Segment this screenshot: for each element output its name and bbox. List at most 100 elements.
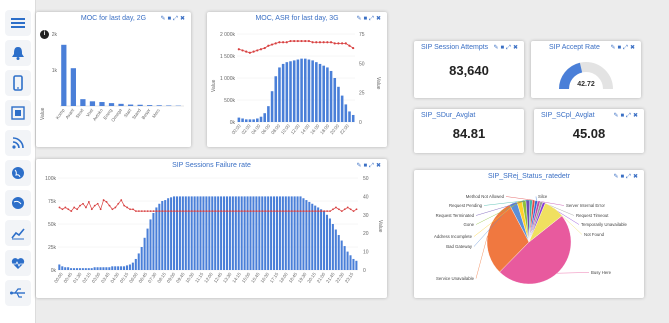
panel-sip-srej: SIP_SRej_Status_ratedetr ✎■⤢✖ Busy Here S… bbox=[414, 170, 644, 298]
line-point bbox=[173, 210, 176, 213]
bar bbox=[178, 196, 181, 270]
expand-icon[interactable]: ⤢ bbox=[506, 45, 512, 51]
line-point bbox=[276, 210, 279, 213]
line-point bbox=[326, 41, 329, 44]
line-point bbox=[140, 210, 143, 213]
lock-icon[interactable]: ■ bbox=[621, 113, 626, 119]
line-point bbox=[278, 41, 281, 44]
y-right-tick-label: 30 bbox=[363, 213, 369, 219]
bar bbox=[299, 196, 302, 270]
bar bbox=[252, 196, 255, 270]
edit-icon[interactable]: ✎ bbox=[494, 45, 500, 51]
panel-controls: ✎■⤢✖ bbox=[613, 112, 640, 120]
bar bbox=[308, 201, 311, 270]
y-tick-label: 1k bbox=[52, 68, 58, 74]
line-point bbox=[255, 210, 258, 213]
x-tick-label: 18:00 bbox=[319, 123, 330, 135]
y-tick-label: 500k bbox=[224, 98, 235, 104]
line-point bbox=[193, 210, 196, 213]
close-icon[interactable]: ✖ bbox=[513, 45, 519, 51]
line-point bbox=[137, 210, 140, 213]
bar bbox=[352, 258, 355, 270]
line-point bbox=[248, 51, 252, 54]
y-tick-label: 25k bbox=[48, 245, 57, 251]
edit-icon[interactable]: ✎ bbox=[614, 113, 620, 119]
sip-sdur-value: 84.81 bbox=[452, 126, 486, 141]
line-point bbox=[123, 204, 126, 207]
bar bbox=[70, 268, 73, 270]
resize-icon[interactable] bbox=[5, 100, 31, 126]
bar bbox=[317, 207, 320, 270]
bar bbox=[147, 105, 153, 106]
line-point bbox=[355, 208, 358, 211]
edit-icon[interactable]: ✎ bbox=[357, 163, 363, 169]
bar bbox=[303, 58, 307, 122]
line-point bbox=[120, 199, 123, 201]
bar bbox=[181, 196, 184, 270]
line-point bbox=[235, 210, 237, 213]
pie-label: Temporarily Unavailable bbox=[581, 222, 627, 227]
x-tick-label: 06:00 bbox=[260, 123, 271, 135]
moc-3g-chart: 2 000k 1 500k 1 000k 500k 0k 75 50 25 0 Value Valu… bbox=[211, 32, 381, 135]
line-point bbox=[232, 210, 234, 213]
line-point bbox=[314, 210, 317, 213]
line-point bbox=[322, 41, 325, 44]
x-tick-label: 04:00 bbox=[250, 123, 261, 135]
line-point bbox=[335, 206, 337, 209]
expand-icon[interactable]: ⤢ bbox=[369, 163, 375, 169]
heartbeat-icon[interactable] bbox=[5, 250, 31, 276]
line-point bbox=[320, 210, 323, 213]
bar bbox=[351, 114, 355, 122]
bell-icon[interactable] bbox=[5, 40, 31, 66]
line-point bbox=[108, 204, 111, 207]
usb-icon[interactable] bbox=[5, 280, 31, 306]
bar bbox=[246, 196, 249, 270]
line-point bbox=[202, 210, 205, 213]
line-point bbox=[285, 41, 288, 44]
line-point bbox=[311, 41, 314, 44]
line-point bbox=[305, 210, 308, 213]
mobile-icon[interactable] bbox=[5, 70, 31, 96]
lock-icon[interactable]: ■ bbox=[501, 45, 506, 51]
close-icon[interactable]: ✖ bbox=[633, 113, 639, 119]
y-right-axis-label: Value bbox=[375, 77, 381, 90]
line-point bbox=[185, 210, 187, 213]
bar bbox=[302, 198, 305, 270]
line-point bbox=[102, 199, 105, 201]
accept-rate-value: 42.72 bbox=[577, 81, 595, 88]
globe-icon[interactable] bbox=[5, 160, 31, 186]
expand-icon[interactable]: ⤢ bbox=[623, 45, 629, 51]
pie-label: Gone bbox=[463, 222, 474, 227]
line-point bbox=[263, 46, 266, 50]
bar bbox=[318, 63, 322, 122]
bar bbox=[149, 219, 152, 270]
panel-moc-2g: MOC for last day, 2G ✎■⤢✖ i 2k 1k Value Kom… bbox=[36, 12, 191, 147]
pie-label: Request Timeout bbox=[576, 213, 609, 218]
edit-icon[interactable]: ✎ bbox=[611, 45, 617, 51]
line-point bbox=[259, 48, 263, 51]
line-point bbox=[256, 49, 259, 52]
close-icon[interactable]: ✖ bbox=[630, 45, 636, 51]
bar bbox=[252, 119, 255, 122]
line-point bbox=[281, 41, 285, 44]
lock-icon[interactable]: ■ bbox=[618, 45, 623, 51]
line-chart-icon[interactable] bbox=[5, 220, 31, 246]
bar bbox=[259, 116, 263, 122]
line-point bbox=[105, 201, 108, 203]
bar bbox=[237, 196, 240, 270]
y-right-tick-label: 75 bbox=[359, 32, 365, 38]
panel-controls: ✎■⤢✖ bbox=[610, 44, 637, 52]
bar bbox=[78, 268, 81, 270]
expand-icon[interactable]: ⤢ bbox=[626, 113, 632, 119]
line-point bbox=[214, 210, 217, 213]
line-point bbox=[317, 210, 320, 213]
rss-icon[interactable] bbox=[5, 130, 31, 156]
menu-icon[interactable] bbox=[5, 10, 31, 36]
line-point bbox=[211, 210, 214, 213]
line-point bbox=[293, 39, 296, 43]
close-icon[interactable]: ✖ bbox=[376, 163, 382, 169]
lock-icon[interactable]: ■ bbox=[364, 163, 369, 169]
line-point bbox=[299, 210, 302, 213]
line-point bbox=[96, 202, 99, 205]
globe-icon[interactable] bbox=[5, 190, 31, 216]
